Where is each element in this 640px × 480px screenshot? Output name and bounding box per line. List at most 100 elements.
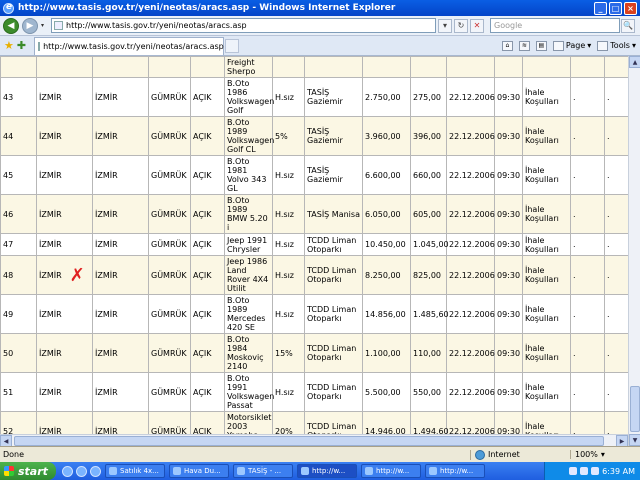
table-row: 43 İZMİR İZMİR GÜMRÜK AÇIK B.Oto 1986 Volkswa…: [0, 77, 628, 117]
security-zone[interactable]: Internet: [470, 449, 570, 460]
cell-city: İZMİR: [36, 294, 93, 334]
cell-deposit: 275,00: [410, 77, 447, 117]
cell-terms-text[interactable]: İhale Koşulları: [525, 236, 559, 254]
cell-time: 09:30: [494, 294, 523, 334]
scroll-up-icon[interactable]: ▲: [629, 56, 640, 68]
ie-quicklaunch-icon[interactable]: [62, 465, 73, 477]
cell-terms[interactable]: İhale Koşulları: [522, 194, 571, 234]
cell-deposit-text: 275,00: [413, 92, 441, 102]
cell-deposit: 660,00: [410, 155, 447, 195]
cell-deposit-text: 825,00: [413, 270, 441, 280]
taskbar-button[interactable]: Satılık 4x...: [105, 464, 165, 478]
cell-no: 50: [0, 333, 37, 373]
cell-terms-text[interactable]: İhale Koşulları: [525, 166, 559, 184]
address-input[interactable]: http://www.tasis.gov.tr/yeni/neotas/arac…: [51, 18, 436, 33]
cell-terms-text[interactable]: İhale Koşulları: [525, 205, 559, 223]
print-button[interactable]: ▤: [535, 40, 547, 51]
cell-terms-text[interactable]: İhale Koşulları: [525, 127, 559, 145]
taskbar-button[interactable]: TASİŞ - ...: [233, 464, 293, 478]
cell-type: AÇIK: [190, 333, 225, 373]
tray-network-icon[interactable]: [569, 467, 578, 475]
cell-deposit: 1.045,00: [410, 233, 449, 256]
zoom-control[interactable]: 100% ▾: [570, 450, 605, 459]
firefox-quicklaunch-icon[interactable]: [76, 465, 87, 477]
tools-menu-chevron-icon: ▾: [631, 41, 636, 50]
taskbar-button[interactable]: http://w...: [297, 464, 357, 478]
cell-rate-text: H.sız: [275, 170, 295, 180]
cell-terms[interactable]: İhale Koşulları: [522, 372, 571, 412]
maximize-button[interactable]: □: [609, 1, 622, 15]
media-quicklaunch-icon[interactable]: [90, 465, 101, 477]
feeds-button[interactable]: ≋: [518, 40, 530, 51]
add-favorites-icon[interactable]: ✚: [17, 39, 26, 52]
close-button[interactable]: ×: [624, 1, 637, 15]
taskbar: start Satılık 4x... Hava Du... TASİŞ - ...…: [0, 462, 640, 480]
window-title-bar[interactable]: http://www.tasis.gov.tr/yeni/neotas/arac…: [0, 0, 640, 16]
cell-c2-text: .: [607, 209, 610, 219]
refresh-icon[interactable]: ↻: [454, 18, 468, 33]
cell-terms[interactable]: İhale Koşulları: [522, 155, 571, 195]
minimize-button[interactable]: _: [594, 1, 607, 15]
cell-terms-text[interactable]: İhale Koşulları: [525, 383, 559, 401]
back-button[interactable]: ◀: [3, 17, 19, 34]
cell-location: TASİŞ Gaziemir: [304, 116, 363, 156]
tray-volume-icon[interactable]: [580, 467, 589, 475]
cell-date-text: 22.12.2006: [449, 387, 495, 397]
cell-time: 09:30: [494, 333, 523, 373]
history-dropdown-icon[interactable]: ▾: [38, 19, 47, 33]
cell-terms[interactable]: İhale Koşulları: [522, 233, 571, 256]
cell-type: AÇIK: [190, 116, 225, 156]
horizontal-scrollbar[interactable]: ◀ ▶: [0, 434, 628, 447]
cell-vehicle-text: B.Oto 1989 Volkswagen Golf CL: [227, 118, 275, 154]
taskbar-button[interactable]: http://w...: [361, 464, 421, 478]
favorites-icon[interactable]: ★: [4, 39, 14, 52]
cell-terms-text[interactable]: İhale Koşulları: [525, 266, 559, 284]
cell-terms[interactable]: İhale Koşulları: [522, 333, 571, 373]
cell-vehicle: Jeep 1986 Land Rover 4X4 Utilit: [224, 255, 273, 295]
cell-c2-text: .: [607, 131, 610, 141]
cell-terms-text[interactable]: İhale Koşulları: [525, 305, 559, 323]
cell-terms[interactable]: İhale Koşulları: [522, 116, 571, 156]
taskbar-app-icon: [429, 467, 437, 475]
page-menu-button[interactable]: Page ▾: [552, 40, 592, 51]
new-tab-button[interactable]: [225, 38, 240, 53]
tools-menu-button[interactable]: Tools ▾: [597, 40, 636, 51]
stop-icon[interactable]: ✕: [470, 18, 484, 33]
taskbar-button[interactable]: http://w...: [425, 464, 485, 478]
cell-district: İZMİR: [92, 194, 149, 234]
auction-table: Freight Sherpo 43 İZMİR İZMİR GÜMRÜK AÇIK B.O…: [0, 56, 628, 446]
cell-c1: .: [570, 77, 605, 117]
cell-terms-text[interactable]: İhale Koşulları: [525, 88, 559, 106]
tray-security-icon[interactable]: [591, 467, 600, 475]
search-input[interactable]: Google: [490, 18, 620, 33]
horizontal-scroll-thumb[interactable]: [14, 436, 604, 446]
address-dropdown-icon[interactable]: ▾: [438, 18, 452, 33]
cell-type-text: AÇIK: [193, 387, 212, 397]
home-button[interactable]: ⌂: [501, 40, 513, 51]
cell-price: 10.450,00: [362, 233, 411, 256]
cell-rate: H.sız: [272, 155, 305, 195]
vertical-scroll-thumb[interactable]: [630, 386, 640, 432]
forward-button[interactable]: ▶: [22, 17, 38, 34]
cell-time-text: 09:30: [497, 240, 521, 249]
tab-current[interactable]: http://www.tasis.gov.tr/yeni/neotas/arac…: [34, 36, 225, 55]
cell-deposit-text: 605,00: [413, 209, 441, 219]
cell-terms[interactable]: İhale Koşulları: [522, 294, 571, 334]
scroll-down-icon[interactable]: ▼: [629, 434, 640, 446]
cell-no-text: 50: [3, 348, 14, 358]
cell-terms[interactable]: İhale Koşulları: [522, 77, 571, 117]
taskbar-button[interactable]: Hava Du...: [169, 464, 229, 478]
cell-time-text: 09:30: [497, 387, 521, 397]
start-button[interactable]: start: [0, 462, 56, 480]
cell-location: TASİŞ Manisa: [304, 194, 363, 234]
cell-c1-text: .: [573, 170, 576, 180]
cell-city-text: İZMİR: [39, 309, 62, 319]
search-icon[interactable]: 🔍: [621, 18, 635, 33]
cell-time-text: 09:30: [497, 209, 521, 219]
cell-terms-text[interactable]: İhale Koşulları: [525, 344, 559, 362]
cell-c1: .: [570, 116, 605, 156]
vertical-scrollbar[interactable]: ▲ ▼: [628, 56, 640, 446]
page-menu-chevron-icon: ▾: [587, 41, 592, 50]
cell-terms[interactable]: İhale Koşulları: [522, 255, 571, 295]
cell-city-text: İZMİR: [39, 387, 62, 397]
